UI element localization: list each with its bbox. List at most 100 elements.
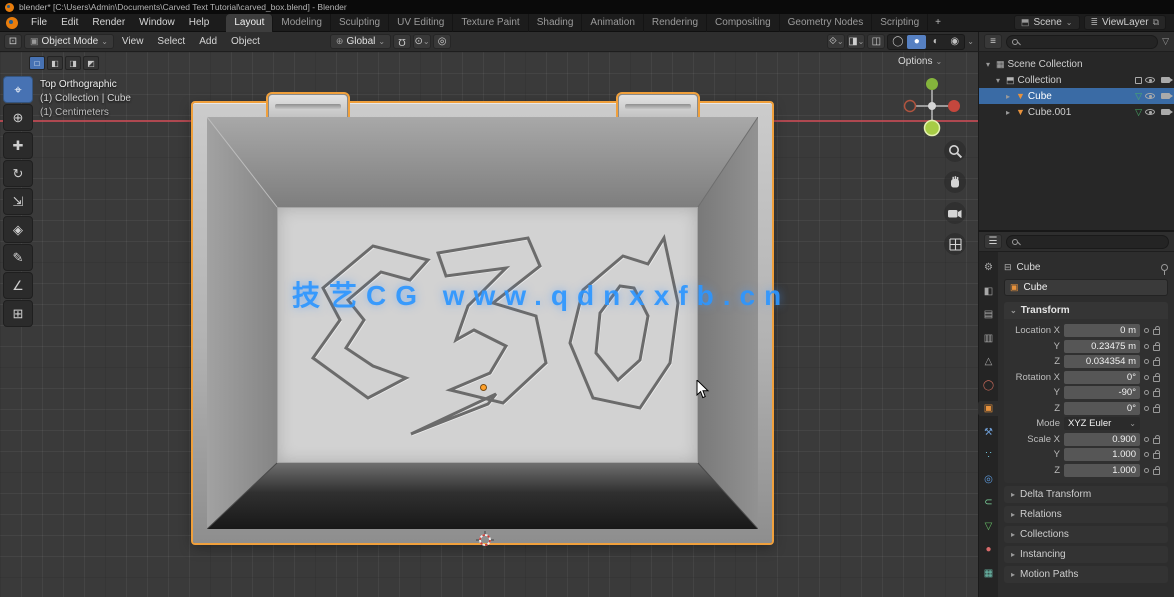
animate-dot-icon[interactable]	[1144, 359, 1149, 364]
xray-toggle[interactable]: ◫	[867, 34, 885, 49]
expand-arrow-icon[interactable]: ▾	[983, 60, 993, 69]
lock-icon[interactable]	[1153, 469, 1160, 475]
hide-in-viewport-icon[interactable]	[1145, 109, 1155, 115]
tab-world[interactable]: ◯	[980, 378, 998, 393]
scale-x-input[interactable]: 0.900	[1064, 433, 1140, 446]
transform-orientation-dropdown[interactable]: ⊕ Global ⌄	[330, 34, 391, 49]
disable-in-renders-icon[interactable]	[1161, 93, 1170, 99]
shading-options-dropdown[interactable]: ⌄	[967, 37, 974, 46]
editor-type-button[interactable]: ⊡	[4, 34, 22, 49]
lock-icon[interactable]	[1153, 391, 1160, 397]
tab-compositing[interactable]: Compositing	[707, 14, 780, 32]
tab-shading[interactable]: Shading	[529, 14, 583, 32]
tab-output[interactable]: ▤	[980, 307, 998, 322]
tab-texture-paint[interactable]: Texture Paint	[453, 14, 528, 32]
section-delta-transform[interactable]: ▸ Delta Transform	[1004, 486, 1168, 503]
lock-icon[interactable]	[1153, 407, 1160, 413]
menu-file[interactable]: File	[24, 15, 54, 30]
tab-material[interactable]: ●	[980, 542, 998, 557]
tab-view-layer[interactable]: ▥	[980, 331, 998, 346]
animate-dot-icon[interactable]	[1144, 437, 1149, 442]
animate-dot-icon[interactable]	[1144, 406, 1149, 411]
navigation-gizmo[interactable]	[900, 74, 964, 138]
wireframe-shading-button[interactable]: ◯	[888, 35, 907, 49]
location-y-input[interactable]: 0.23475 m	[1064, 340, 1140, 353]
snap-target-dropdown[interactable]: ⊙⌄	[413, 34, 431, 49]
menu-render[interactable]: Render	[85, 15, 132, 30]
disable-in-renders-icon[interactable]	[1161, 109, 1170, 115]
move-tool[interactable]: ✚	[3, 132, 33, 159]
select-intersect-icon[interactable]: ◩	[83, 56, 99, 70]
outliner-row-cube-001[interactable]: ▸ ▼ Cube.001 ▽	[979, 104, 1174, 120]
view-layer-selector[interactable]: ≣ ViewLayer ⧉	[1084, 15, 1167, 30]
tab-uv-editing[interactable]: UV Editing	[389, 14, 453, 32]
hide-in-viewport-icon[interactable]	[1145, 77, 1155, 83]
exclude-checkbox[interactable]	[1135, 77, 1142, 84]
gizmos-dropdown[interactable]: ⟐⌄	[827, 34, 845, 49]
location-z-input[interactable]: 0.034354 m	[1064, 355, 1140, 368]
lock-icon[interactable]	[1153, 453, 1160, 459]
section-collections[interactable]: ▸ Collections	[1004, 526, 1168, 543]
scale-tool[interactable]: ⇲	[3, 188, 33, 215]
properties-search[interactable]	[1006, 235, 1169, 249]
add-workspace-button[interactable]: +	[928, 16, 948, 29]
rotation-mode-dropdown[interactable]: XYZ Euler ⌄	[1064, 417, 1140, 430]
rotation-x-input[interactable]: 0°	[1064, 371, 1140, 384]
tab-sculpting[interactable]: Sculpting	[331, 14, 389, 32]
outliner-search[interactable]	[1006, 35, 1158, 49]
proportional-editing-toggle[interactable]: ◎	[433, 34, 451, 49]
properties-editor-type-button[interactable]: ☰	[984, 234, 1002, 249]
animate-dot-icon[interactable]	[1144, 452, 1149, 457]
rotate-tool[interactable]: ↻	[3, 160, 33, 187]
expand-arrow-icon[interactable]: ▾	[993, 76, 1003, 85]
select-box-tool[interactable]: ⌖	[3, 76, 33, 103]
lock-icon[interactable]	[1153, 345, 1160, 351]
select-new-icon[interactable]: □	[29, 56, 45, 70]
animate-dot-icon[interactable]	[1144, 468, 1149, 473]
tab-modifiers[interactable]: ⚒	[980, 425, 998, 440]
overlays-dropdown[interactable]: ◨⌄	[847, 34, 865, 49]
animate-dot-icon[interactable]	[1144, 344, 1149, 349]
measure-tool[interactable]: ∠	[3, 272, 33, 299]
tab-animation[interactable]: Animation	[582, 14, 643, 32]
transform-tool[interactable]: ◈	[3, 216, 33, 243]
mode-dropdown[interactable]: ▣ Object Mode ⌄	[24, 34, 114, 49]
annotate-tool[interactable]: ✎	[3, 244, 33, 271]
tab-physics[interactable]: ◎	[980, 472, 998, 487]
rotation-y-input[interactable]: -90°	[1064, 386, 1140, 399]
expand-arrow-icon[interactable]: ▸	[1003, 108, 1013, 117]
scale-y-input[interactable]: 1.000	[1064, 448, 1140, 461]
scale-z-input[interactable]: 1.000	[1064, 464, 1140, 477]
rotation-z-input[interactable]: 0°	[1064, 402, 1140, 415]
pin-icon[interactable]	[1161, 264, 1168, 271]
snap-magnet-toggle[interactable]: Ω	[393, 34, 411, 49]
tab-scripting[interactable]: Scripting	[872, 14, 928, 32]
tab-modeling[interactable]: Modeling	[273, 14, 331, 32]
pan-hand-icon[interactable]	[944, 171, 966, 193]
menu-select[interactable]: Select	[151, 34, 191, 49]
outliner-editor-type-button[interactable]: ≡	[984, 34, 1002, 49]
tab-constraints[interactable]: ⊂	[980, 495, 998, 510]
lock-icon[interactable]	[1153, 376, 1160, 382]
section-motion-paths[interactable]: ▸ Motion Paths	[1004, 566, 1168, 583]
material-preview-button[interactable]: ◐	[926, 35, 945, 49]
add-cube-tool[interactable]: ⊞	[3, 300, 33, 327]
carved-box-object[interactable]	[193, 103, 772, 543]
rendered-shading-button[interactable]: ◉	[945, 35, 964, 49]
tab-object-data[interactable]: ▽	[980, 519, 998, 534]
expand-arrow-icon[interactable]: ▸	[1003, 92, 1013, 101]
select-subtract-icon[interactable]: ◨	[65, 56, 81, 70]
tab-render[interactable]: ◧	[980, 284, 998, 299]
lock-icon[interactable]	[1153, 438, 1160, 444]
menu-help[interactable]: Help	[182, 15, 217, 30]
transform-panel-header[interactable]: ⌄ Transform	[1004, 302, 1168, 319]
menu-window[interactable]: Window	[132, 15, 182, 30]
grid-toggle-icon[interactable]	[944, 233, 966, 255]
tab-tool[interactable]: ⚙	[980, 260, 998, 275]
animate-dot-icon[interactable]	[1144, 328, 1149, 333]
solid-shading-button[interactable]: ●	[907, 35, 926, 49]
hide-in-viewport-icon[interactable]	[1145, 93, 1155, 99]
location-x-input[interactable]: 0 m	[1064, 324, 1140, 337]
camera-view-icon[interactable]	[944, 202, 966, 224]
menu-add[interactable]: Add	[193, 34, 223, 49]
